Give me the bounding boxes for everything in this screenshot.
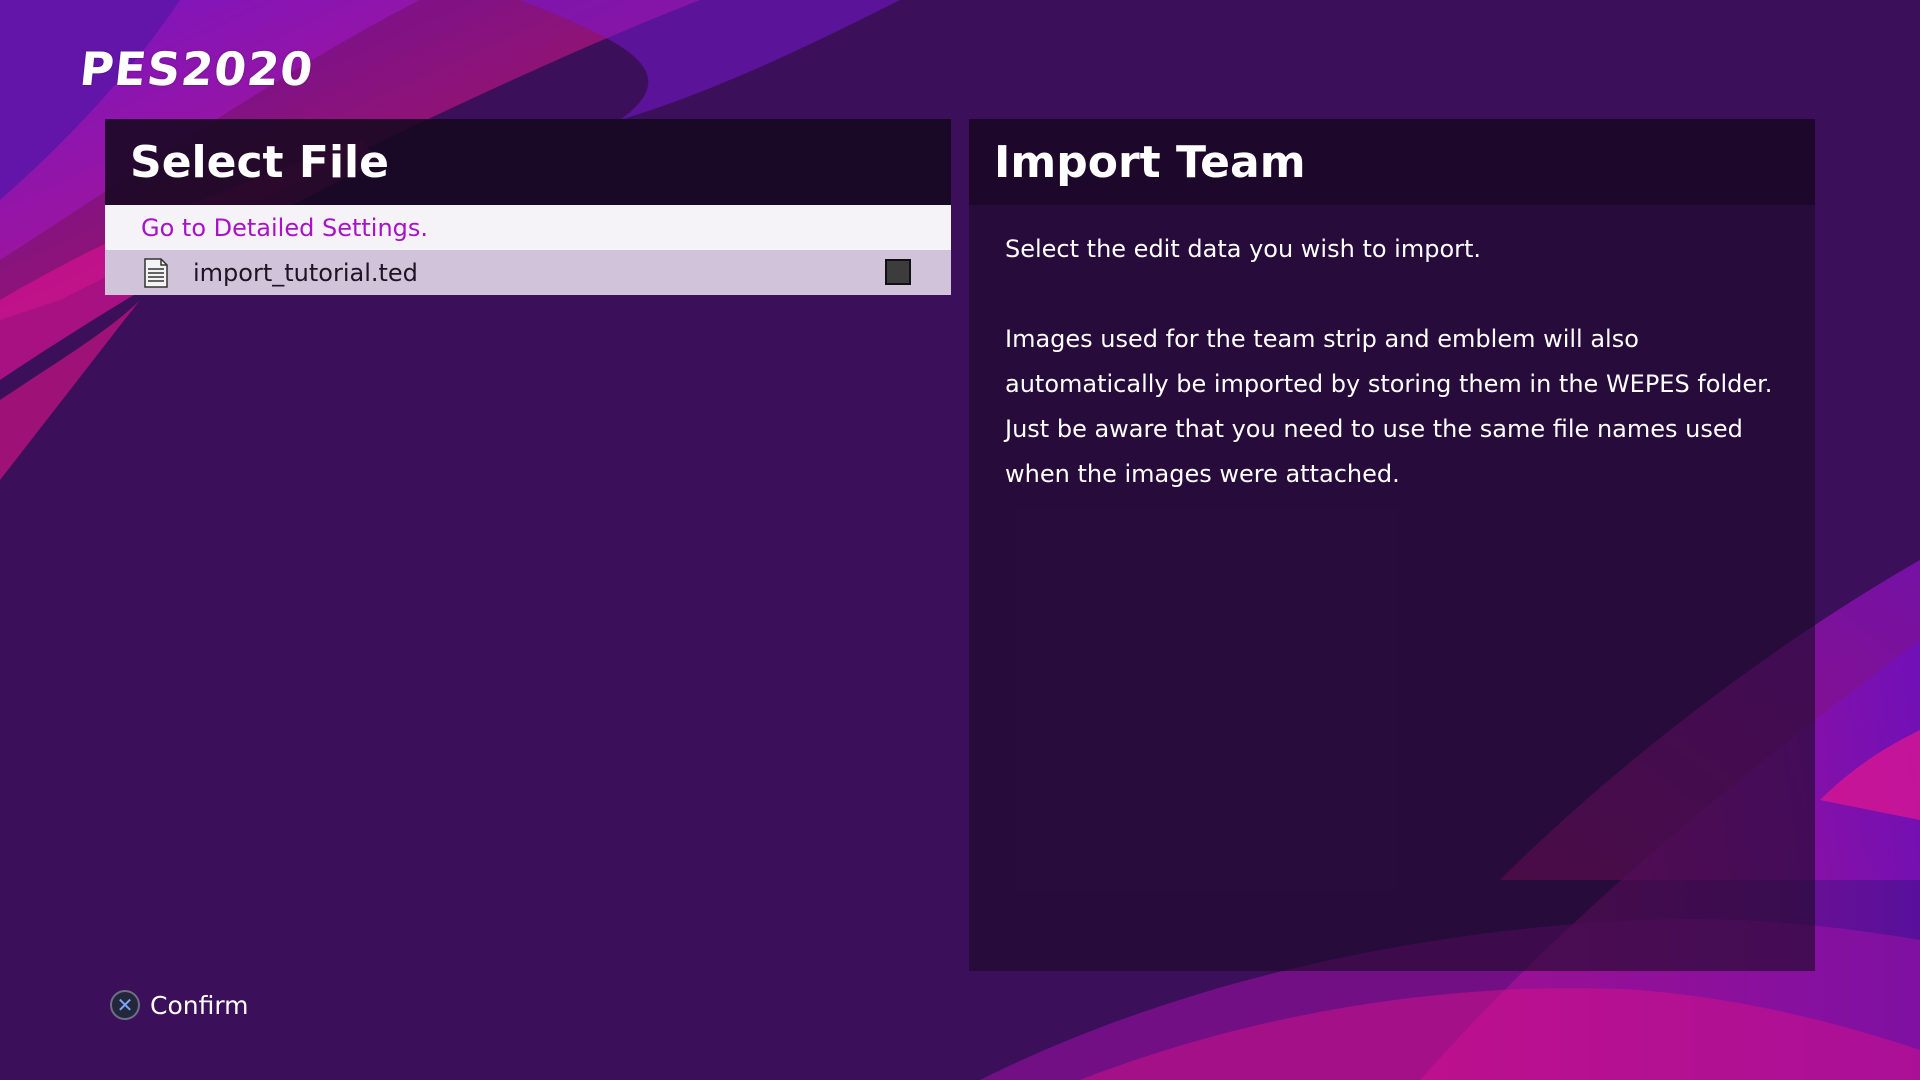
detailed-settings-row[interactable]: Go to Detailed Settings.	[105, 205, 951, 250]
description-line: Select the edit data you wish to import.	[1005, 235, 1482, 263]
screen: PES2020 Select File Go to Detailed Setti…	[0, 0, 1920, 1080]
confirm-label: Confirm	[150, 990, 249, 1020]
description-line: Just be aware that you need to use the s…	[1005, 415, 1743, 443]
description-line: Images used for the team strip and emble…	[1005, 325, 1639, 353]
file-row[interactable]: import_tutorial.ted	[105, 250, 951, 295]
import-description: Select the edit data you wish to import.…	[969, 205, 1815, 497]
select-file-title: Select File	[130, 136, 389, 188]
select-file-panel: Select File Go to Detailed Settings. imp…	[105, 119, 951, 295]
file-checkbox[interactable]	[885, 259, 911, 285]
description-line: automatically be imported by storing the…	[1005, 370, 1773, 398]
import-team-panel: Import Team Select the edit data you wis…	[969, 119, 1815, 971]
import-team-header: Import Team	[969, 119, 1815, 205]
import-team-title: Import Team	[994, 136, 1306, 188]
description-line: when the images were attached.	[1005, 460, 1400, 488]
cross-button-icon: ✕	[110, 990, 140, 1020]
detailed-settings-label: Go to Detailed Settings.	[141, 213, 429, 242]
confirm-prompt[interactable]: ✕ Confirm	[110, 990, 249, 1020]
pes2020-logo: PES2020	[77, 42, 317, 96]
document-icon	[144, 257, 168, 288]
select-file-header: Select File	[105, 119, 951, 205]
file-name: import_tutorial.ted	[193, 258, 418, 287]
